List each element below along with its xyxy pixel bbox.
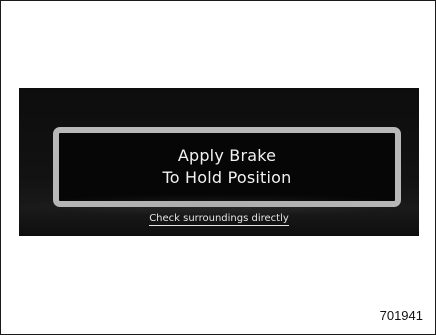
message-line-hold-position: To Hold Position: [162, 168, 292, 187]
hint-text: Check surroundings directly: [149, 213, 289, 226]
figure-number: 701941: [379, 308, 423, 323]
check-surroundings-hint: Check surroundings directly: [19, 212, 419, 226]
warning-message-box: Apply Brake To Hold Position: [53, 127, 401, 207]
figure-frame: Apply Brake To Hold Position Check surro…: [0, 0, 436, 335]
message-line-apply-brake: Apply Brake: [177, 146, 277, 165]
dashboard-display: Apply Brake To Hold Position Check surro…: [19, 88, 419, 236]
